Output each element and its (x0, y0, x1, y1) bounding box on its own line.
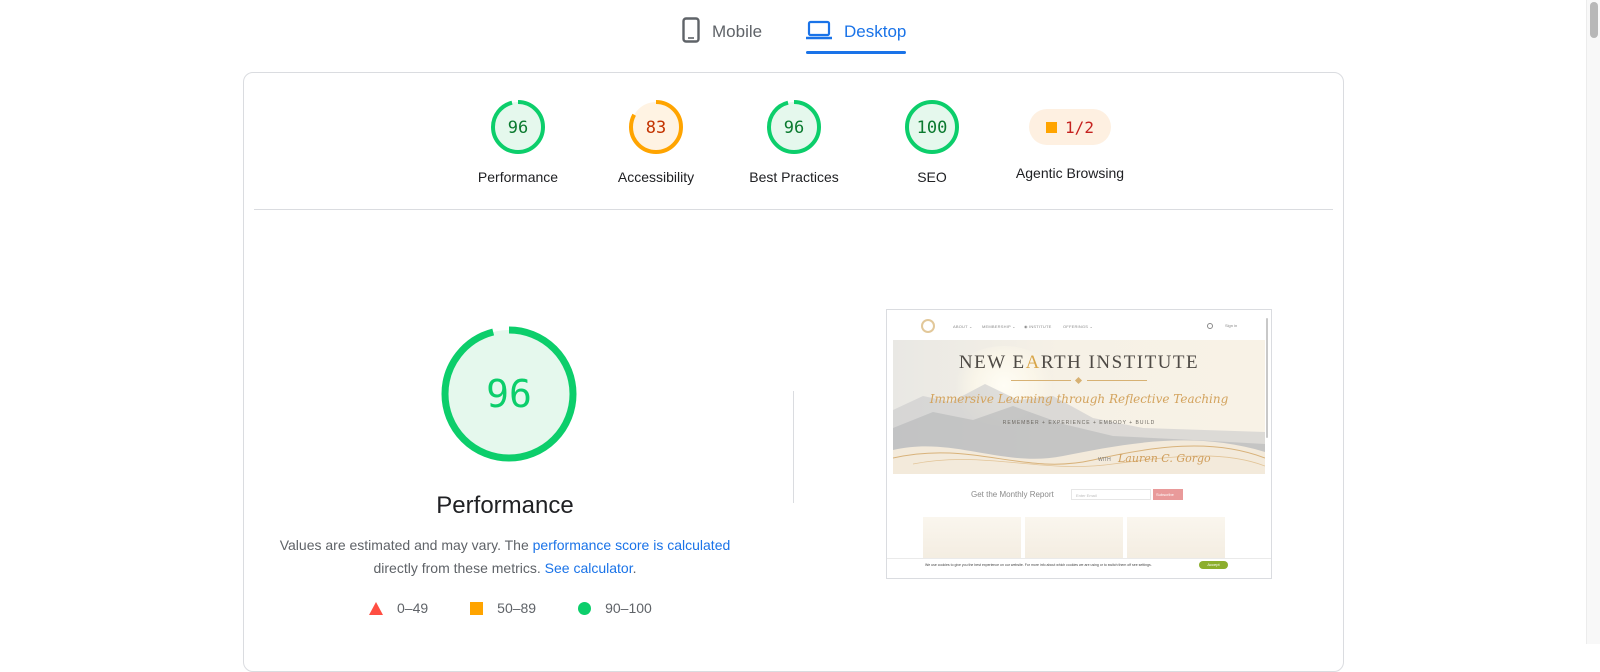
screenshot-scrollbar (1266, 318, 1268, 438)
average-square-icon (1046, 121, 1058, 133)
legend-average-label: 50–89 (497, 600, 537, 616)
score-legend: 0–49 50–89 90–100 (369, 600, 652, 616)
legend-average: 50–89 (470, 600, 536, 616)
legend-pass: 90–100 (578, 600, 652, 616)
screenshot-menu-item: MEMBERSHIP ⌄ (982, 324, 1016, 329)
hero-signature: Lauren C. Gorgo (1118, 452, 1211, 465)
hero-with: WITH (1098, 457, 1111, 463)
screenshot-cookie-accept: Accept (1199, 561, 1228, 569)
hero-title-accent: A (1025, 352, 1041, 373)
gauge-label: SEO (917, 169, 947, 185)
legend-fail: 0–49 (369, 600, 428, 616)
legend-pass-label: 90–100 (605, 600, 652, 616)
screenshot-menu-item: ABOUT ⌄ (953, 324, 973, 329)
device-tabs: Mobile Desktop (0, 0, 1600, 56)
window-scrollbar[interactable] (1586, 0, 1600, 644)
category-gauges: 96 Performance 83 Accessibility 96 Best … (244, 73, 1343, 209)
screenshot-card (1127, 517, 1225, 563)
vertical-divider (793, 391, 794, 503)
triangle-icon (369, 601, 383, 615)
score-value: 83 (646, 118, 666, 138)
desc-period: . (632, 560, 637, 576)
scrollbar-thumb[interactable] (1590, 2, 1598, 38)
legend-fail-label: 0–49 (397, 600, 429, 616)
tab-mobile[interactable]: Mobile (682, 10, 762, 54)
tab-mobile-label: Mobile (712, 22, 763, 41)
gauge-agentic-browsing[interactable]: 1/2 Agentic Browsing (1005, 99, 1135, 181)
score-gauge: 96 (491, 100, 545, 154)
gauge-label: Accessibility (617, 169, 695, 185)
circle-icon (578, 601, 592, 615)
hero-title-part: RTH INSTITUTE (1040, 352, 1200, 373)
agentic-score-pill: 1/2 (1029, 109, 1111, 145)
gauge-seo[interactable]: 100 SEO (867, 99, 997, 185)
desc-text: directly from these metrics. (373, 560, 541, 576)
gauge-performance[interactable]: 96 Performance (453, 99, 583, 185)
screenshot-report-heading: Get the Monthly Report (971, 490, 1054, 499)
laptop-icon (806, 20, 832, 45)
tab-desktop[interactable]: Desktop (806, 10, 907, 54)
hero-tagline: Immersive Learning through Reflective Te… (929, 392, 1229, 406)
score-value: 96 (784, 118, 804, 138)
ornament-line (1011, 380, 1071, 381)
screenshot-menu-item: OFFERINGS ⌄ (1063, 324, 1093, 329)
screenshot-card (1025, 517, 1123, 563)
tab-desktop-label: Desktop (844, 22, 907, 41)
score-value: 96 (486, 372, 532, 416)
score-gauge: 83 (629, 100, 683, 154)
score-value: 96 (508, 118, 528, 138)
score-gauge: 100 (905, 100, 959, 154)
smartphone-icon (682, 16, 700, 48)
hero-title: NEW EARTH INSTITUTE (893, 352, 1265, 374)
ornament-line (1087, 380, 1147, 381)
report-card: 96 Performance 83 Accessibility 96 Best … (243, 72, 1344, 672)
gauge-label: Performance (477, 169, 559, 185)
score-gauge: 96 (767, 100, 821, 154)
square-icon (470, 601, 484, 615)
see-calculator-link[interactable]: See calculator (545, 560, 633, 576)
performance-title: Performance (436, 492, 574, 519)
hero-subtitle: REMEMBER + EXPERIENCE + EMBODY + BUILD (1002, 420, 1156, 426)
gauge-label: Agentic Browsing (1015, 165, 1125, 181)
gauge-best-practices[interactable]: 96 Best Practices (729, 99, 859, 185)
screenshot-signin: Sign in (1225, 323, 1238, 328)
tab-active-indicator (806, 51, 907, 54)
site-logo-icon (921, 319, 935, 333)
screenshot-card (923, 517, 1021, 563)
gauge-label: Best Practices (749, 169, 839, 185)
hero-title-part: NEW E (958, 352, 1026, 373)
performance-gauge-large: 96 (441, 326, 577, 462)
gauge-accessibility[interactable]: 83 Accessibility (591, 99, 721, 185)
screenshot-hero: NEW EARTH INSTITUTE Immersive Learning t… (893, 340, 1265, 474)
score-calculated-link[interactable]: performance score is calculated (533, 537, 731, 553)
score-value: 100 (917, 118, 948, 138)
performance-description: Values are estimated and may vary. The p… (274, 534, 736, 580)
search-icon (1207, 323, 1213, 329)
desc-text: Values are estimated and may vary. The (279, 537, 529, 553)
agentic-score-value: 1/2 (1065, 117, 1094, 137)
screenshot-subscribe-button: Subscribe (1153, 489, 1183, 500)
screenshot-email-field: Enter Email (1071, 489, 1151, 500)
screenshot-nav: ABOUT ⌄ MEMBERSHIP ⌄ ◉ INSTITUTE OFFERIN… (887, 310, 1271, 338)
page-screenshot[interactable]: ABOUT ⌄ MEMBERSHIP ⌄ ◉ INSTITUTE OFFERIN… (886, 309, 1272, 579)
divider (254, 209, 1333, 210)
screenshot-menu-item: ◉ INSTITUTE (1024, 324, 1052, 329)
